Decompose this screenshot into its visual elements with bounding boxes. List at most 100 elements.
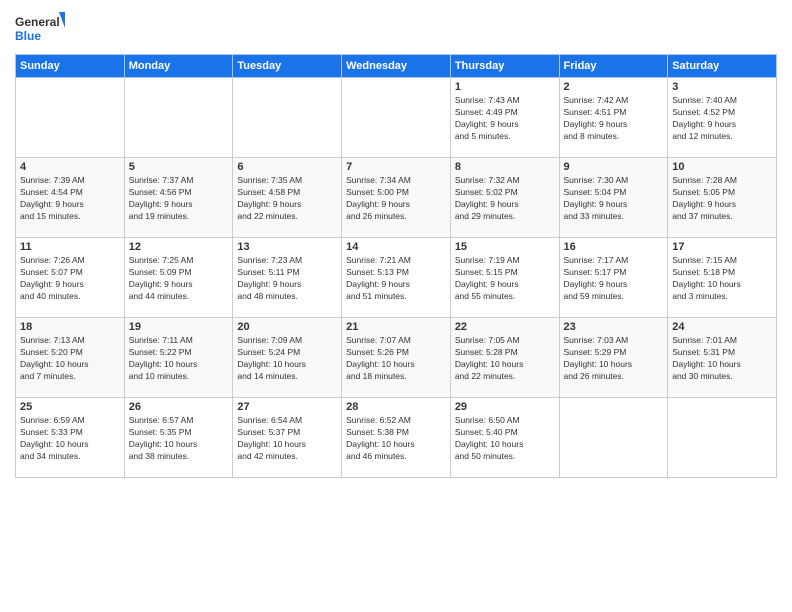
day-info: Sunrise: 7:17 AM Sunset: 5:17 PM Dayligh… xyxy=(564,255,664,303)
day-number: 13 xyxy=(237,241,337,253)
day-info: Sunrise: 7:30 AM Sunset: 5:04 PM Dayligh… xyxy=(564,175,664,223)
calendar-cell: 13 Sunrise: 7:23 AM Sunset: 5:11 PM Dayli… xyxy=(233,238,342,318)
calendar-cell: 12Sunrise: 7:25 AM Sunset: 5:09 PM Dayli… xyxy=(124,238,233,318)
day-info: Sunrise: 6:57 AM Sunset: 5:35 PM Dayligh… xyxy=(129,415,229,463)
calendar-body: 1 Sunrise: 7:43 AM Sunset: 4:49 PM Daylig… xyxy=(16,78,777,478)
calendar-cell: 25 Sunrise: 6:59 AM Sunset: 5:33 PM Dayli… xyxy=(16,398,125,478)
day-header-sunday: Sunday xyxy=(16,55,125,78)
calendar-cell xyxy=(124,78,233,158)
calendar-cell: 11Sunrise: 7:26 AM Sunset: 5:07 PM Dayli… xyxy=(16,238,125,318)
calendar-cell: 6 Sunrise: 7:35 AM Sunset: 4:58 PM Daylig… xyxy=(233,158,342,238)
day-header-thursday: Thursday xyxy=(450,55,559,78)
calendar-cell: 21 Sunrise: 7:07 AM Sunset: 5:26 PM Dayli… xyxy=(342,318,451,398)
calendar-cell xyxy=(668,398,777,478)
day-number: 4 xyxy=(20,161,120,173)
calendar-cell: 14 Sunrise: 7:21 AM Sunset: 5:13 PM Dayli… xyxy=(342,238,451,318)
day-info: Sunrise: 7:35 AM Sunset: 4:58 PM Dayligh… xyxy=(237,175,337,223)
day-info: Sunrise: 7:05 AM Sunset: 5:28 PM Dayligh… xyxy=(455,335,555,383)
svg-text:General: General xyxy=(15,15,60,29)
day-info: Sunrise: 7:09 AM Sunset: 5:24 PM Dayligh… xyxy=(237,335,337,383)
page: General Blue SundayMondayTuesdayWednesda… xyxy=(0,0,792,612)
calendar-cell: 1 Sunrise: 7:43 AM Sunset: 4:49 PM Daylig… xyxy=(450,78,559,158)
day-info: Sunrise: 7:19 AM Sunset: 5:15 PM Dayligh… xyxy=(455,255,555,303)
day-info: Sunrise: 7:43 AM Sunset: 4:49 PM Dayligh… xyxy=(455,95,555,143)
calendar-cell: 15Sunrise: 7:19 AM Sunset: 5:15 PM Dayli… xyxy=(450,238,559,318)
calendar-cell: 9 Sunrise: 7:30 AM Sunset: 5:04 PM Daylig… xyxy=(559,158,668,238)
calendar-cell: 18Sunrise: 7:13 AM Sunset: 5:20 PM Dayli… xyxy=(16,318,125,398)
day-number: 10 xyxy=(672,161,772,173)
day-number: 20 xyxy=(237,321,337,333)
day-number: 8 xyxy=(455,161,555,173)
day-info: Sunrise: 7:23 AM Sunset: 5:11 PM Dayligh… xyxy=(237,255,337,303)
day-info: Sunrise: 7:34 AM Sunset: 5:00 PM Dayligh… xyxy=(346,175,446,223)
calendar-cell: 16Sunrise: 7:17 AM Sunset: 5:17 PM Dayli… xyxy=(559,238,668,318)
day-number: 3 xyxy=(672,81,772,93)
day-info: Sunrise: 7:07 AM Sunset: 5:26 PM Dayligh… xyxy=(346,335,446,383)
day-info: Sunrise: 7:37 AM Sunset: 4:56 PM Dayligh… xyxy=(129,175,229,223)
week-row-2: 11Sunrise: 7:26 AM Sunset: 5:07 PM Dayli… xyxy=(16,238,777,318)
day-info: Sunrise: 7:21 AM Sunset: 5:13 PM Dayligh… xyxy=(346,255,446,303)
day-info: Sunrise: 7:32 AM Sunset: 5:02 PM Dayligh… xyxy=(455,175,555,223)
day-number: 29 xyxy=(455,401,555,413)
day-info: Sunrise: 7:39 AM Sunset: 4:54 PM Dayligh… xyxy=(20,175,120,223)
day-number: 23 xyxy=(564,321,664,333)
logo-svg: General Blue xyxy=(15,10,65,48)
calendar-cell: 17 Sunrise: 7:15 AM Sunset: 5:18 PM Dayli… xyxy=(668,238,777,318)
day-number: 14 xyxy=(346,241,446,253)
day-number: 1 xyxy=(455,81,555,93)
day-info: Sunrise: 6:59 AM Sunset: 5:33 PM Dayligh… xyxy=(20,415,120,463)
day-number: 12 xyxy=(129,241,229,253)
day-number: 27 xyxy=(237,401,337,413)
day-info: Sunrise: 6:50 AM Sunset: 5:40 PM Dayligh… xyxy=(455,415,555,463)
svg-text:Blue: Blue xyxy=(15,29,41,43)
day-info: Sunrise: 6:52 AM Sunset: 5:38 PM Dayligh… xyxy=(346,415,446,463)
calendar-cell: 10 Sunrise: 7:28 AM Sunset: 5:05 PM Dayli… xyxy=(668,158,777,238)
day-info: Sunrise: 7:42 AM Sunset: 4:51 PM Dayligh… xyxy=(564,95,664,143)
calendar-cell: 3 Sunrise: 7:40 AM Sunset: 4:52 PM Daylig… xyxy=(668,78,777,158)
header: General Blue xyxy=(15,10,777,48)
day-number: 18 xyxy=(20,321,120,333)
calendar-cell xyxy=(559,398,668,478)
day-number: 26 xyxy=(129,401,229,413)
week-row-0: 1 Sunrise: 7:43 AM Sunset: 4:49 PM Daylig… xyxy=(16,78,777,158)
day-info: Sunrise: 7:01 AM Sunset: 5:31 PM Dayligh… xyxy=(672,335,772,383)
day-number: 11 xyxy=(20,241,120,253)
day-number: 9 xyxy=(564,161,664,173)
calendar-cell: 4 Sunrise: 7:39 AM Sunset: 4:54 PM Daylig… xyxy=(16,158,125,238)
calendar-cell: 28 Sunrise: 6:52 AM Sunset: 5:38 PM Dayli… xyxy=(342,398,451,478)
calendar-cell: 29 Sunrise: 6:50 AM Sunset: 5:40 PM Dayli… xyxy=(450,398,559,478)
calendar-cell: 2Sunrise: 7:42 AM Sunset: 4:51 PM Daylig… xyxy=(559,78,668,158)
day-number: 21 xyxy=(346,321,446,333)
day-number: 25 xyxy=(20,401,120,413)
calendar-cell: 24 Sunrise: 7:01 AM Sunset: 5:31 PM Dayli… xyxy=(668,318,777,398)
day-number: 19 xyxy=(129,321,229,333)
calendar-cell: 7Sunrise: 7:34 AM Sunset: 5:00 PM Daylig… xyxy=(342,158,451,238)
week-row-1: 4 Sunrise: 7:39 AM Sunset: 4:54 PM Daylig… xyxy=(16,158,777,238)
calendar-cell: 5 Sunrise: 7:37 AM Sunset: 4:56 PM Daylig… xyxy=(124,158,233,238)
calendar-cell: 26 Sunrise: 6:57 AM Sunset: 5:35 PM Dayli… xyxy=(124,398,233,478)
day-number: 5 xyxy=(129,161,229,173)
calendar-cell xyxy=(342,78,451,158)
day-info: Sunrise: 7:03 AM Sunset: 5:29 PM Dayligh… xyxy=(564,335,664,383)
day-info: Sunrise: 7:40 AM Sunset: 4:52 PM Dayligh… xyxy=(672,95,772,143)
day-number: 22 xyxy=(455,321,555,333)
calendar-cell: 8 Sunrise: 7:32 AM Sunset: 5:02 PM Daylig… xyxy=(450,158,559,238)
day-info: Sunrise: 7:28 AM Sunset: 5:05 PM Dayligh… xyxy=(672,175,772,223)
day-number: 6 xyxy=(237,161,337,173)
calendar-cell xyxy=(16,78,125,158)
calendar-cell: 19Sunrise: 7:11 AM Sunset: 5:22 PM Dayli… xyxy=(124,318,233,398)
day-number: 17 xyxy=(672,241,772,253)
calendar-cell: 23 Sunrise: 7:03 AM Sunset: 5:29 PM Dayli… xyxy=(559,318,668,398)
day-header-tuesday: Tuesday xyxy=(233,55,342,78)
days-header-row: SundayMondayTuesdayWednesdayThursdayFrid… xyxy=(16,55,777,78)
week-row-4: 25 Sunrise: 6:59 AM Sunset: 5:33 PM Dayli… xyxy=(16,398,777,478)
day-number: 28 xyxy=(346,401,446,413)
day-header-saturday: Saturday xyxy=(668,55,777,78)
calendar-cell xyxy=(233,78,342,158)
calendar-cell: 27Sunrise: 6:54 AM Sunset: 5:37 PM Dayli… xyxy=(233,398,342,478)
day-number: 24 xyxy=(672,321,772,333)
calendar-table: SundayMondayTuesdayWednesdayThursdayFrid… xyxy=(15,54,777,478)
day-header-friday: Friday xyxy=(559,55,668,78)
calendar-cell: 22 Sunrise: 7:05 AM Sunset: 5:28 PM Dayli… xyxy=(450,318,559,398)
day-info: Sunrise: 7:15 AM Sunset: 5:18 PM Dayligh… xyxy=(672,255,772,303)
